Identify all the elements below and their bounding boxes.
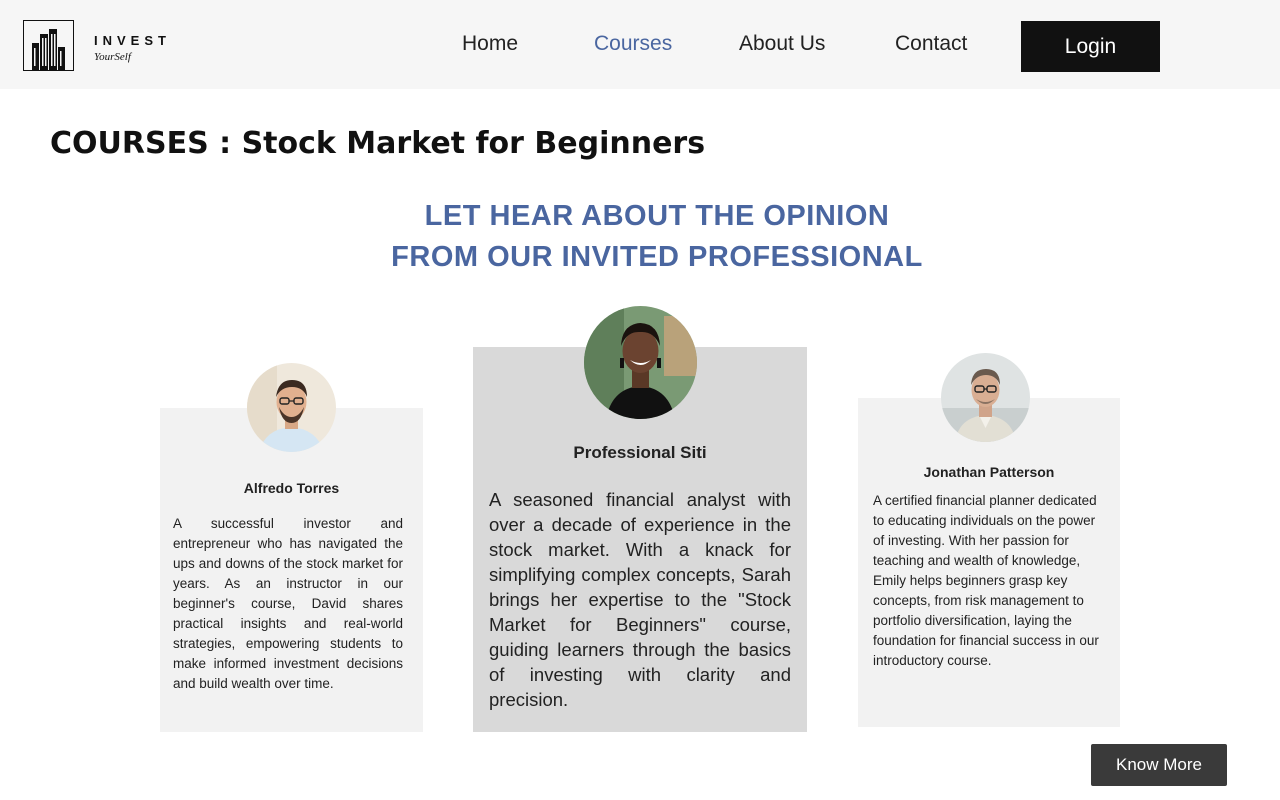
section-heading-line-2: FROM OUR INVITED PROFESSIONAL xyxy=(391,241,923,273)
nav-courses[interactable]: Courses xyxy=(594,32,672,56)
know-more-button[interactable]: Know More xyxy=(1091,744,1227,786)
login-button[interactable]: Login xyxy=(1021,21,1160,72)
avatar-alfredo xyxy=(247,363,336,452)
nav-contact[interactable]: Contact xyxy=(895,32,967,56)
avatar-jonathan xyxy=(941,353,1030,442)
testimonial-text: A certified financial planner dedicated … xyxy=(873,493,1099,668)
testimonial-name: Jonathan Patterson xyxy=(923,464,1055,480)
testimonial-name: Professional Siti xyxy=(573,443,707,462)
testimonial-text: A successful investor and entrepreneur w… xyxy=(173,516,403,691)
testimonial-text: A seasoned financial analyst with over a… xyxy=(489,489,791,710)
page-title: COURSES : Stock Market for Beginners xyxy=(50,126,706,161)
section-heading-line-1: LET HEAR ABOUT THE OPINION xyxy=(424,200,890,232)
brand-tagline: YourSelf xyxy=(94,51,131,63)
site-header: INVEST YourSelf Home Courses About Us Co… xyxy=(0,0,1280,89)
brand-name: INVEST xyxy=(94,33,171,48)
brand-logo[interactable]: INVEST YourSelf xyxy=(23,20,183,74)
buildings-icon xyxy=(23,20,74,71)
testimonial-name: Alfredo Torres xyxy=(243,480,340,496)
nav-home[interactable]: Home xyxy=(462,32,518,56)
nav-about-us[interactable]: About Us xyxy=(739,32,825,56)
avatar-siti xyxy=(584,306,697,419)
